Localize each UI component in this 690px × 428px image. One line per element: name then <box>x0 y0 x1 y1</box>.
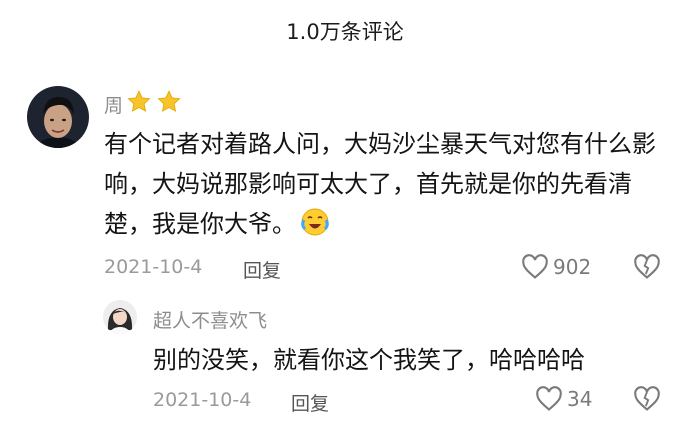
reply-date: 2021-10-4 <box>153 389 252 411</box>
crying-laughing-emoji-icon <box>300 207 330 249</box>
like-count: 34 <box>567 387 593 411</box>
comment-panel: 1.0万条评论 周 有个记者对着路人问，大妈沙尘暴天气对您有什么影响，大妈说那影… <box>0 0 690 428</box>
like-button[interactable]: 902 <box>521 254 591 280</box>
username-text[interactable]: 周 <box>104 91 123 118</box>
comment-text: 有个记者对着路人问，大妈沙尘暴天气对您有什么影响，大妈说那影响可太大了，首先就是… <box>104 130 656 238</box>
comment-count-title: 1.0万条评论 <box>286 20 404 44</box>
star-icon <box>155 89 183 120</box>
broken-heart-icon[interactable] <box>633 254 661 284</box>
reply-text: 别的没笑，就看你这个我笑了，哈哈哈哈 <box>153 346 585 374</box>
star-icon <box>125 89 153 120</box>
comment-date: 2021-10-4 <box>104 256 203 278</box>
comment-username[interactable]: 周 <box>104 89 183 120</box>
heart-icon <box>522 254 548 279</box>
like-count: 902 <box>553 255 592 279</box>
reply-body[interactable]: 别的没笑，就看你这个我笑了，哈哈哈哈 <box>153 340 653 380</box>
broken-heart-icon[interactable] <box>633 386 661 416</box>
avatar[interactable] <box>103 300 137 334</box>
reply-button[interactable]: 回复 <box>243 256 281 283</box>
reply-username[interactable]: 超人不喜欢飞 <box>153 306 267 333</box>
like-button[interactable]: 34 <box>535 386 592 412</box>
comment-body[interactable]: 有个记者对着路人问，大妈沙尘暴天气对您有什么影响，大妈说那影响可太大了，首先就是… <box>104 124 664 249</box>
reply-button[interactable]: 回复 <box>291 389 329 416</box>
heart-icon <box>536 386 562 411</box>
avatar[interactable] <box>27 86 89 148</box>
